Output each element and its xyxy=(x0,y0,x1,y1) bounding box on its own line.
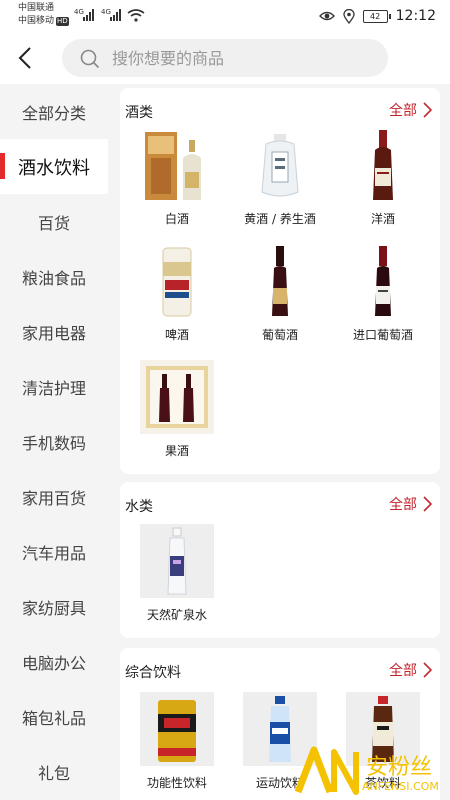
location-icon xyxy=(342,8,355,24)
category-tile-spirits[interactable]: 洋酒 xyxy=(333,128,433,227)
view-all-button[interactable]: 全部 xyxy=(389,494,432,514)
sidebar-item-household[interactable]: 家用百货 xyxy=(0,469,108,524)
watermark-logo: 安粉丝 ANFENSI.COM xyxy=(294,746,444,796)
category-label: 葡萄酒 xyxy=(261,328,298,342)
beer-image xyxy=(162,247,192,317)
sidebar-item-cleaning[interactable]: 清洁护理 xyxy=(0,359,108,414)
battery-icon: 42 xyxy=(362,9,391,23)
sidebar-item-textiles-kitchen[interactable]: 家纺厨具 xyxy=(0,579,108,634)
category-sidebar: 全部分类 酒水饮料 百货 粮油食品 家用电器 清洁护理 手机数码 家用百货 汽车… xyxy=(0,84,108,800)
chevron-right-icon xyxy=(423,102,432,118)
mineral-water-image xyxy=(140,524,214,598)
carrier-2-label: 中国移动 xyxy=(18,16,55,26)
category-tile-mineral-water[interactable]: 天然矿泉水 xyxy=(127,524,227,623)
sidebar-item-all[interactable]: 全部分类 xyxy=(0,84,108,139)
status-time: 12:12 xyxy=(395,8,436,24)
section-title: 水类 xyxy=(125,499,153,515)
back-arrow-icon[interactable] xyxy=(14,44,40,72)
category-label: 洋酒 xyxy=(370,212,395,226)
search-icon xyxy=(80,49,100,69)
carrier-2: 中国移动 HD xyxy=(18,16,69,27)
chevron-right-icon xyxy=(423,496,432,512)
watermark-logo-image: 安粉丝 ANFENSI.COM xyxy=(294,746,439,795)
sidebar-item-general-goods[interactable]: 百货 xyxy=(0,194,108,249)
category-tile-functional-drinks[interactable]: 功能性饮料 xyxy=(127,692,227,791)
functional-drink-image xyxy=(140,692,214,766)
sidebar-item-grain-oil[interactable]: 粮油食品 xyxy=(0,249,108,304)
category-tile-yellow-wine[interactable]: 黄酒 / 养生酒 xyxy=(230,128,330,227)
category-label: 黄酒 / 养生酒 xyxy=(244,212,316,226)
wifi-icon xyxy=(127,9,145,22)
hd-badge: HD xyxy=(56,17,69,26)
sidebar-item-drinks[interactable]: 酒水饮料 xyxy=(0,139,108,194)
category-label: 进口葡萄酒 xyxy=(352,328,413,342)
category-tile-wine[interactable]: 葡萄酒 xyxy=(230,244,330,343)
section-title: 酒类 xyxy=(125,105,153,121)
chevron-right-icon xyxy=(423,662,432,678)
baijiu-image xyxy=(145,132,201,200)
top-bar xyxy=(0,34,450,84)
eye-icon xyxy=(318,11,335,21)
signal-icon xyxy=(83,9,97,21)
view-all-label: 全部 xyxy=(389,103,417,119)
view-all-label: 全部 xyxy=(389,663,417,679)
section-water: 水类 全部 天然矿泉水 xyxy=(120,482,440,638)
sidebar-item-auto[interactable]: 汽车用品 xyxy=(0,524,108,579)
yellow-wine-image xyxy=(261,134,299,197)
sidebar-item-bags-gifts[interactable]: 箱包礼品 xyxy=(0,689,108,744)
signal-icon xyxy=(110,9,124,21)
carrier-1: 中国联通 xyxy=(18,3,55,13)
category-tile-imported-wine[interactable]: 进口葡萄酒 xyxy=(333,244,433,343)
view-all-button[interactable]: 全部 xyxy=(389,660,432,680)
category-content: 酒类 全部 白酒 黄酒 / 养生酒 洋酒 啤酒 葡萄酒 进口葡萄酒 果酒 水类 … xyxy=(108,84,450,800)
category-tile-baijiu[interactable]: 白酒 xyxy=(127,128,227,227)
watermark-url: ANFENSI.COM xyxy=(362,780,439,793)
view-all-button[interactable]: 全部 xyxy=(389,100,432,120)
sidebar-item-gift-packs[interactable]: 礼包 xyxy=(0,744,108,799)
sidebar-item-office[interactable]: 电脑办公 xyxy=(0,634,108,689)
search-input[interactable] xyxy=(112,39,372,77)
watermark-brand: 安粉丝 xyxy=(366,755,432,780)
category-label: 白酒 xyxy=(164,212,189,226)
search-bar[interactable] xyxy=(62,39,388,77)
spirits-image xyxy=(373,130,393,200)
imported-wine-image xyxy=(375,246,391,316)
sidebar-item-phones[interactable]: 手机数码 xyxy=(0,414,108,469)
fruit-wine-image xyxy=(140,360,214,434)
category-label: 果酒 xyxy=(164,444,189,458)
category-label: 功能性饮料 xyxy=(146,776,207,790)
category-tile-beer[interactable]: 啤酒 xyxy=(127,244,227,343)
category-label: 啤酒 xyxy=(164,328,189,342)
section-liquor: 酒类 全部 白酒 黄酒 / 养生酒 洋酒 啤酒 葡萄酒 进口葡萄酒 果酒 xyxy=(120,88,440,474)
view-all-label: 全部 xyxy=(389,497,417,513)
section-title: 综合饮料 xyxy=(125,665,181,681)
sidebar-item-appliances[interactable]: 家用电器 xyxy=(0,304,108,359)
wine-image xyxy=(272,246,288,316)
category-tile-fruit-wine[interactable]: 果酒 xyxy=(127,360,227,459)
status-bar: 中国联通 中国移动 HD 4G 4G 42 12:12 xyxy=(0,0,450,34)
category-label: 天然矿泉水 xyxy=(146,608,207,622)
